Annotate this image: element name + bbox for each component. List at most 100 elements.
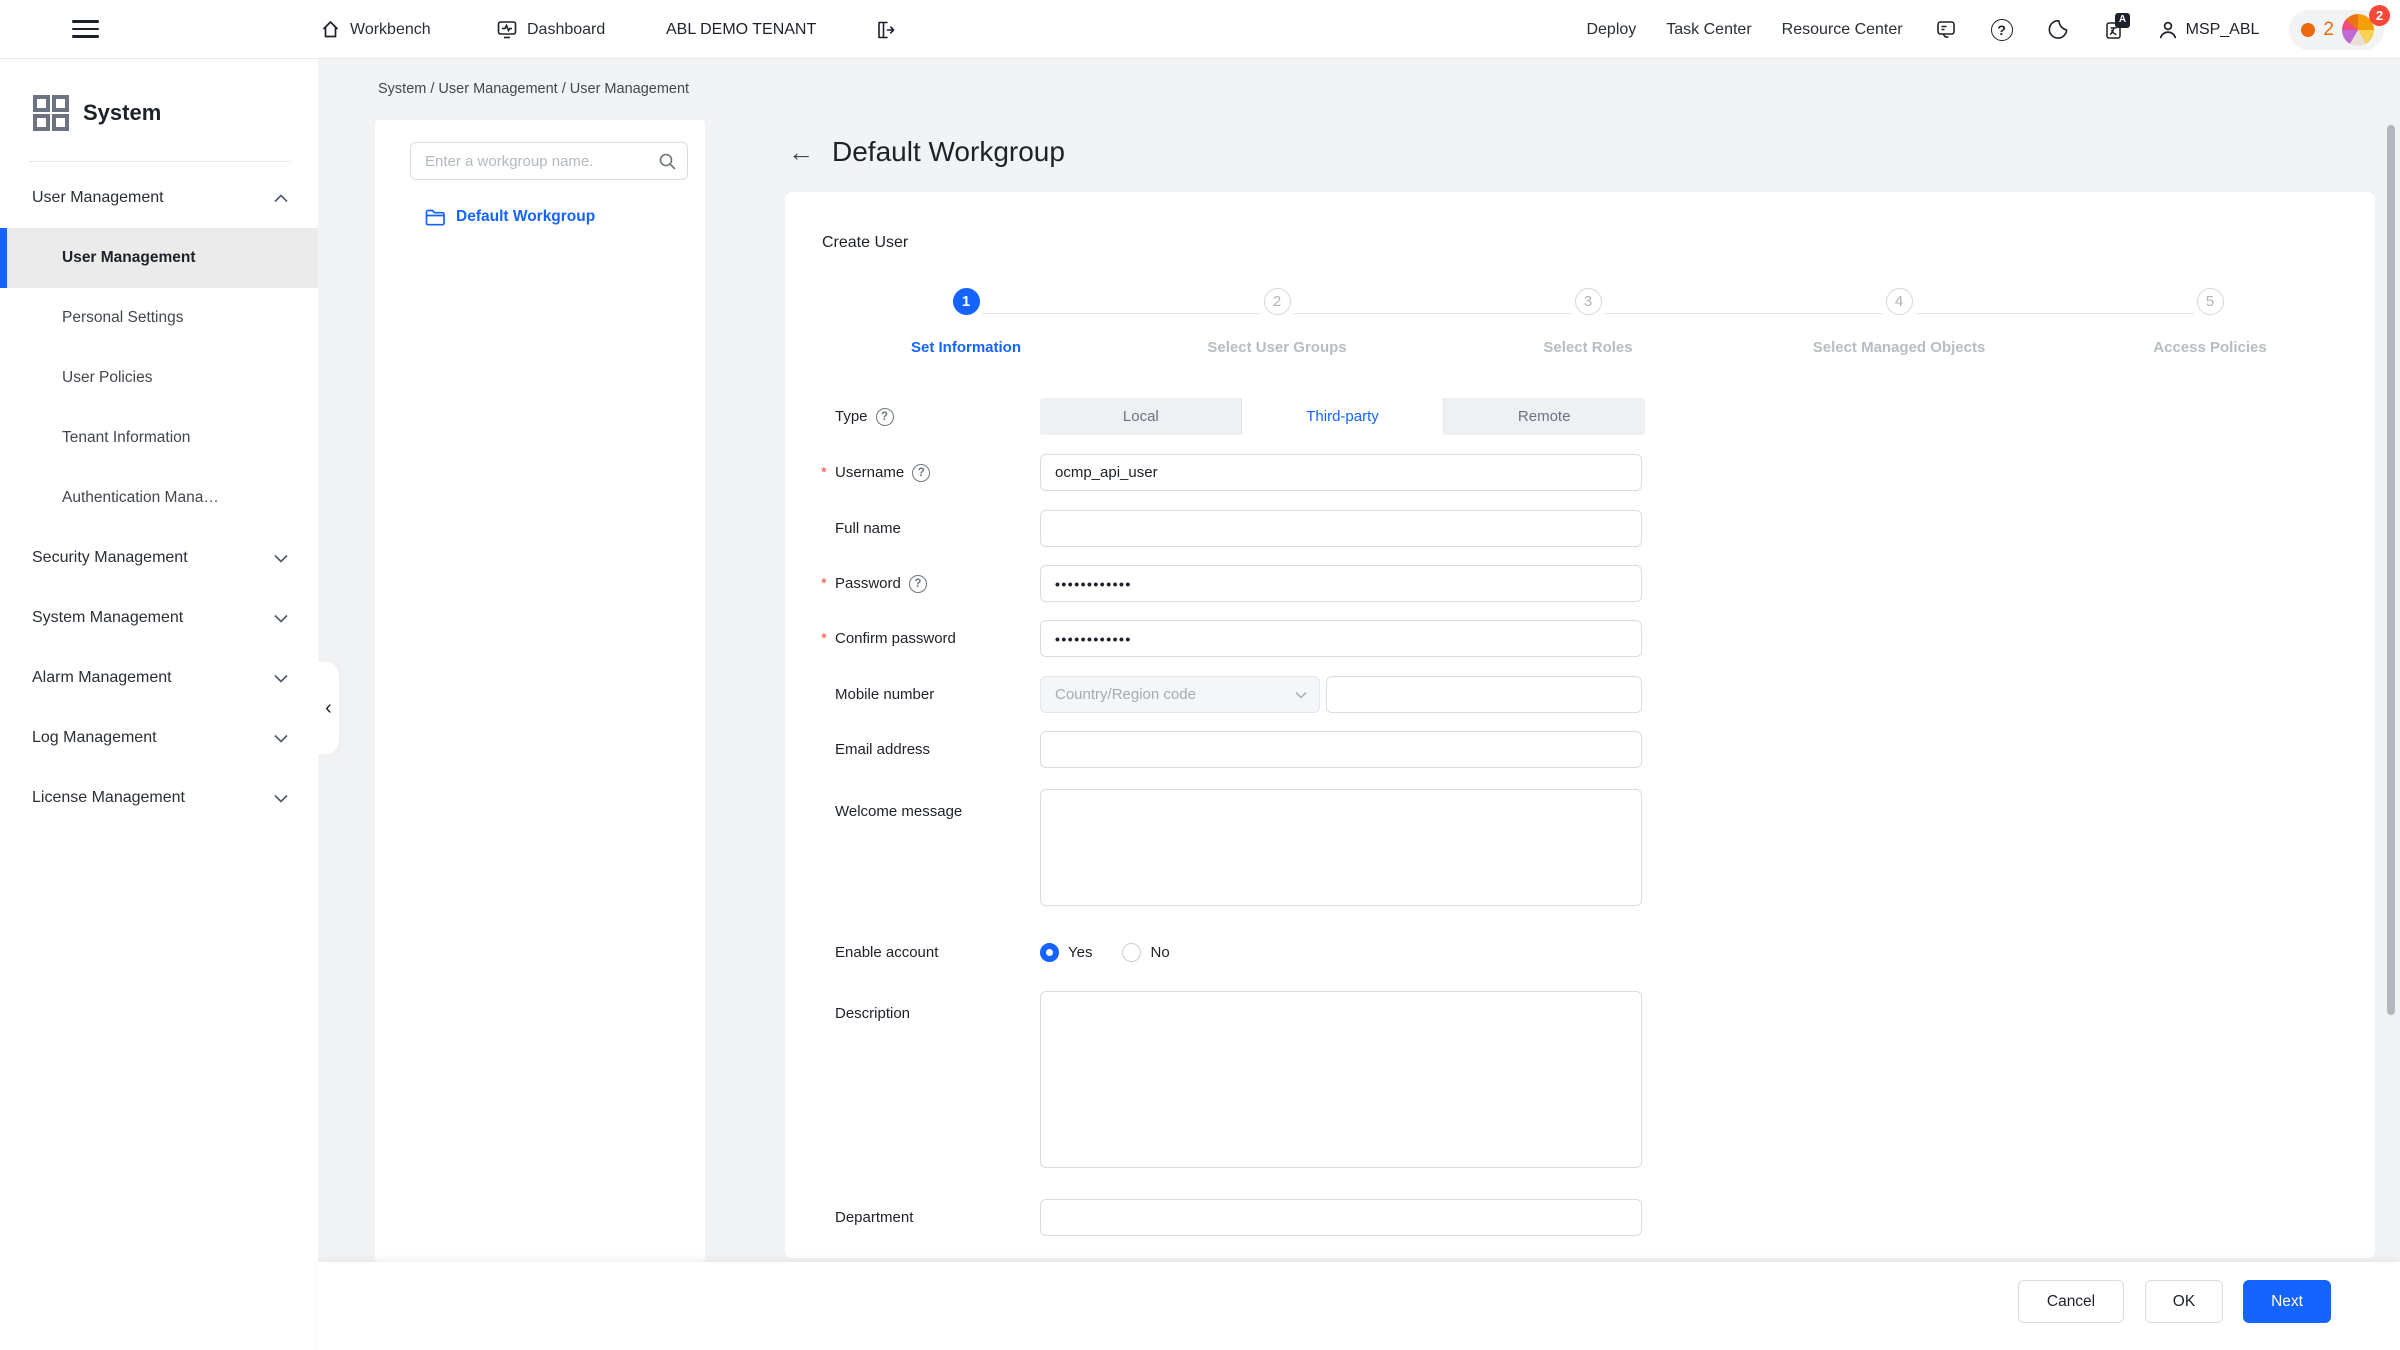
username-field[interactable] — [1040, 454, 1642, 491]
mobile-number-field[interactable] — [1326, 676, 1642, 713]
sidebar-group-label: System Management — [32, 609, 183, 627]
tenant-name[interactable]: ABL DEMO TENANT — [666, 0, 816, 59]
nav-dashboard[interactable]: Dashboard — [496, 0, 605, 59]
chevron-down-icon — [274, 554, 288, 563]
step-1-set-information[interactable]: 1 Set Information — [846, 288, 1086, 356]
tenant-switch-icon[interactable] — [874, 0, 896, 59]
sidebar-group-label: Security Management — [32, 549, 188, 567]
system-grid-icon — [32, 94, 70, 132]
username-help-icon[interactable]: ? — [912, 464, 930, 482]
enable-account-label: Enable account — [835, 944, 938, 961]
translate-icon[interactable]: A — [2101, 17, 2127, 43]
full-name-label: Full name — [835, 520, 901, 537]
workgroup-tree-label: Default Workgroup — [456, 208, 595, 226]
enable-yes-label: Yes — [1068, 944, 1092, 961]
sidebar-group-log-management[interactable]: Log Management — [0, 708, 318, 768]
description-label: Description — [835, 1005, 910, 1022]
country-code-select[interactable]: Country/Region code — [1040, 676, 1320, 713]
step-label: Select Roles — [1468, 339, 1708, 356]
form-row-mobile: Mobile number Country/Region code — [785, 676, 2345, 713]
form-row-department: Department — [785, 1199, 2345, 1236]
sidebar-group-system-management[interactable]: System Management — [0, 588, 318, 648]
breadcrumb[interactable]: System / User Management / User Manageme… — [378, 81, 689, 97]
sidebar-collapse-handle[interactable]: ‹ — [318, 662, 339, 754]
collapse-chevron-icon: ‹ — [325, 697, 332, 720]
welcome-label: Welcome message — [835, 803, 962, 820]
type-option-local[interactable]: Local — [1040, 398, 1242, 435]
step-label: Access Policies — [2090, 339, 2330, 356]
step-number: 1 — [953, 288, 980, 315]
workgroup-tree-item[interactable]: Default Workgroup — [425, 208, 595, 226]
form-row-email: Email address — [785, 731, 2345, 768]
create-user-card: Create User 1 Set Information 2 Select U… — [785, 192, 2375, 1258]
sidebar-item-label: Personal Settings — [62, 309, 184, 327]
page-head: ← Default Workgroup — [788, 136, 1065, 168]
enable-yes-option[interactable]: Yes — [1040, 943, 1092, 962]
enable-no-option[interactable]: No — [1122, 943, 1169, 962]
alert-dot-icon — [2301, 23, 2315, 37]
sidebar-item-label: User Policies — [62, 369, 152, 387]
sidebar-group-security-management[interactable]: Security Management — [0, 528, 318, 588]
sidebar-group-user-management[interactable]: User Management — [0, 168, 318, 228]
country-code-placeholder: Country/Region code — [1055, 686, 1196, 703]
workgroup-search-input[interactable] — [425, 153, 658, 170]
topbar-right: Deploy Task Center Resource Center ? A M… — [1586, 0, 2384, 59]
screen: Workbench Dashboard ABL DEMO TENANT Depl… — [0, 0, 2400, 1350]
search-icon[interactable] — [658, 152, 677, 171]
chevron-down-icon — [274, 734, 288, 743]
step-2-select-user-groups[interactable]: 2 Select User Groups — [1157, 288, 1397, 356]
sidebar-item-user-policies[interactable]: User Policies — [0, 348, 318, 408]
password-help-icon[interactable]: ? — [909, 575, 927, 593]
back-arrow-icon[interactable]: ← — [788, 139, 814, 165]
sidebar-header: System — [0, 59, 318, 139]
chevron-down-icon — [274, 794, 288, 803]
type-help-icon[interactable]: ? — [876, 408, 894, 426]
chevron-down-icon — [274, 614, 288, 623]
next-button[interactable]: Next — [2243, 1280, 2331, 1323]
nav-task-center[interactable]: Task Center — [1666, 21, 1751, 39]
description-field[interactable] — [1040, 991, 1642, 1168]
step-3-select-roles[interactable]: 3 Select Roles — [1468, 288, 1708, 356]
nav-deploy[interactable]: Deploy — [1586, 21, 1636, 39]
translate-a-glyph: A — [2115, 13, 2129, 28]
menu-icon[interactable] — [72, 17, 99, 41]
sidebar-group-license-management[interactable]: License Management — [0, 768, 318, 828]
step-4-select-managed-objects[interactable]: 4 Select Managed Objects — [1779, 288, 2019, 356]
folder-icon — [425, 208, 446, 226]
sidebar-group-alarm-management[interactable]: Alarm Management — [0, 648, 318, 708]
form-row-password: * Password ? — [785, 565, 2345, 602]
sidebar-item-authentication-management[interactable]: Authentication Mana… — [0, 468, 318, 528]
username-label-wrap: Username ? — [835, 454, 930, 491]
console-icon[interactable] — [1933, 17, 1959, 43]
vertical-scrollbar[interactable] — [2387, 125, 2395, 1015]
type-option-remote[interactable]: Remote — [1443, 398, 1645, 435]
user-menu[interactable]: MSP_ABL — [2157, 19, 2260, 41]
sidebar-group-label: License Management — [32, 789, 185, 807]
sidebar-menu: User Management User Management Personal… — [0, 168, 318, 828]
email-label: Email address — [835, 741, 930, 758]
sidebar-item-user-management[interactable]: User Management — [0, 228, 318, 288]
full-name-field[interactable] — [1040, 510, 1642, 547]
welcome-message-field[interactable] — [1040, 789, 1642, 906]
step-5-access-policies[interactable]: 5 Access Policies — [2090, 288, 2330, 356]
sidebar-item-personal-settings[interactable]: Personal Settings — [0, 288, 318, 348]
sidebar-item-tenant-information[interactable]: Tenant Information — [0, 408, 318, 468]
help-icon[interactable]: ? — [1989, 17, 2015, 43]
dark-mode-moon-icon[interactable] — [2045, 17, 2071, 43]
sidebar-group-label: Alarm Management — [32, 669, 172, 687]
cancel-button[interactable]: Cancel — [2018, 1280, 2124, 1323]
department-field[interactable] — [1040, 1199, 1642, 1236]
alert-count: 2 — [2323, 19, 2334, 41]
type-option-third-party[interactable]: Third-party — [1242, 398, 1444, 435]
nav-resource-center[interactable]: Resource Center — [1782, 21, 1903, 39]
nav-workbench-label: Workbench — [350, 21, 431, 39]
confirm-password-field[interactable] — [1040, 620, 1642, 657]
notification-badge: 2 — [2369, 5, 2390, 26]
nav-workbench[interactable]: Workbench — [320, 0, 431, 59]
notification-pill[interactable]: 2 2 — [2289, 10, 2384, 50]
password-label: Password — [835, 575, 901, 592]
ok-button[interactable]: OK — [2145, 1280, 2223, 1323]
form-row-type: Type ? Local Third-party Remote — [785, 398, 2345, 435]
password-field[interactable] — [1040, 565, 1642, 602]
email-field[interactable] — [1040, 731, 1642, 768]
